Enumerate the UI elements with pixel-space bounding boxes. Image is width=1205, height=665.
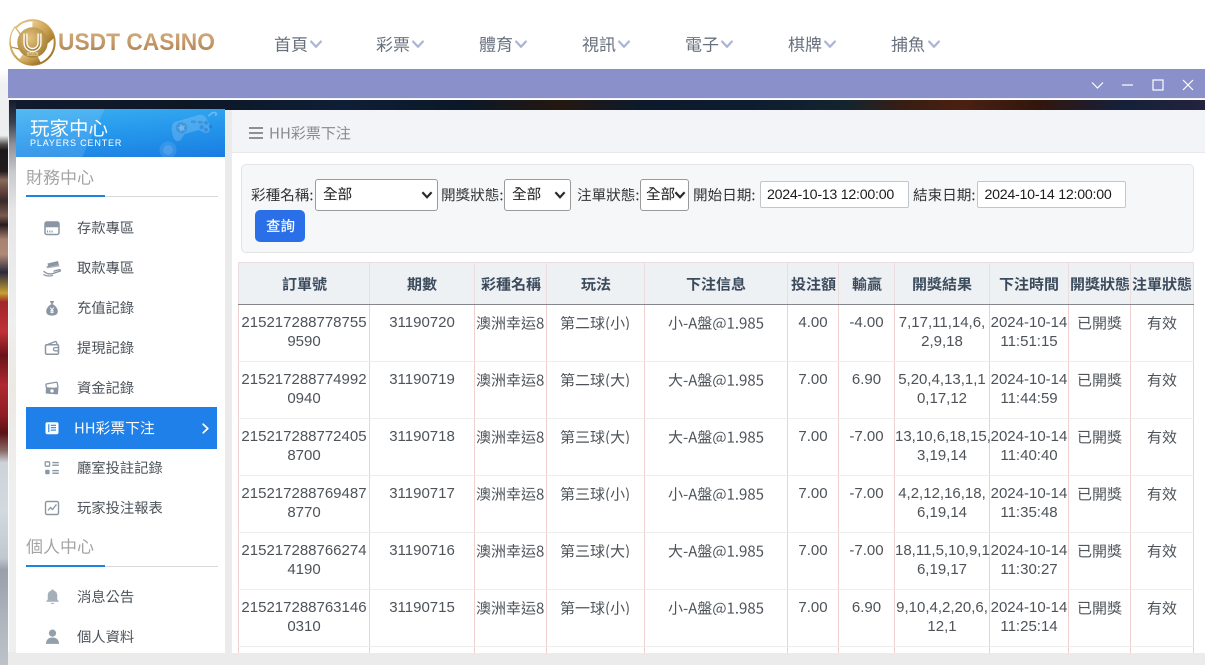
svg-text:CASINO: CASINO bbox=[26, 52, 39, 56]
